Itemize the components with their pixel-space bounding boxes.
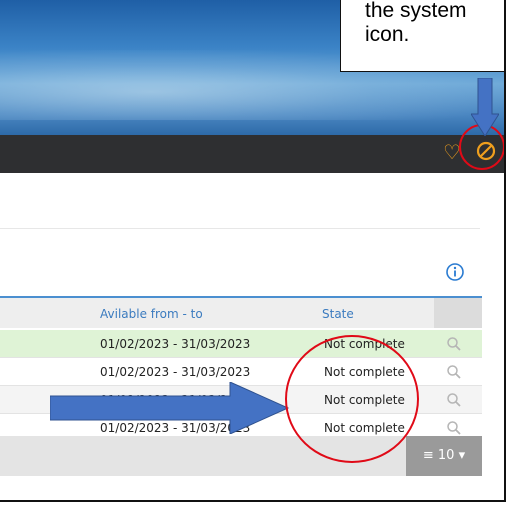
column-header-actions	[434, 298, 482, 328]
row-date-range: 01/02/2023 - 31/03/2023	[100, 337, 251, 351]
page-size-selector[interactable]: ≡ 10 ▾	[406, 436, 482, 476]
search-icon[interactable]	[446, 336, 462, 352]
annotation-arrow-down	[471, 78, 499, 136]
callout-line-1: the system	[365, 0, 467, 22]
callout-line-2: icon.	[365, 23, 410, 46]
table-header: Avilable from - to State	[0, 296, 482, 328]
screenshot-frame: ♡ the system icon. Avilable from - to St…	[0, 0, 506, 502]
annotation-callout: the system icon.	[340, 0, 504, 72]
row-date-range: 01/02/2023 - 31/03/2023	[100, 365, 251, 379]
annotation-arrow-right	[50, 382, 290, 434]
column-header-state[interactable]: State	[322, 307, 354, 321]
page-size-value: 10	[437, 448, 455, 463]
caret-down-icon: ▾	[458, 448, 466, 463]
annotation-circle-state	[285, 335, 419, 463]
search-icon[interactable]	[446, 364, 462, 380]
search-icon[interactable]	[446, 392, 462, 408]
top-toolbar	[0, 135, 504, 173]
search-icon[interactable]	[446, 420, 462, 436]
table-row[interactable]: 01/02/2023 - 31/03/2023 Not complete	[0, 330, 482, 358]
content-divider	[0, 228, 480, 229]
menu-lines-icon: ≡	[422, 448, 434, 463]
column-header-available[interactable]: Avilable from - to	[100, 307, 203, 321]
info-icon[interactable]	[445, 262, 465, 282]
